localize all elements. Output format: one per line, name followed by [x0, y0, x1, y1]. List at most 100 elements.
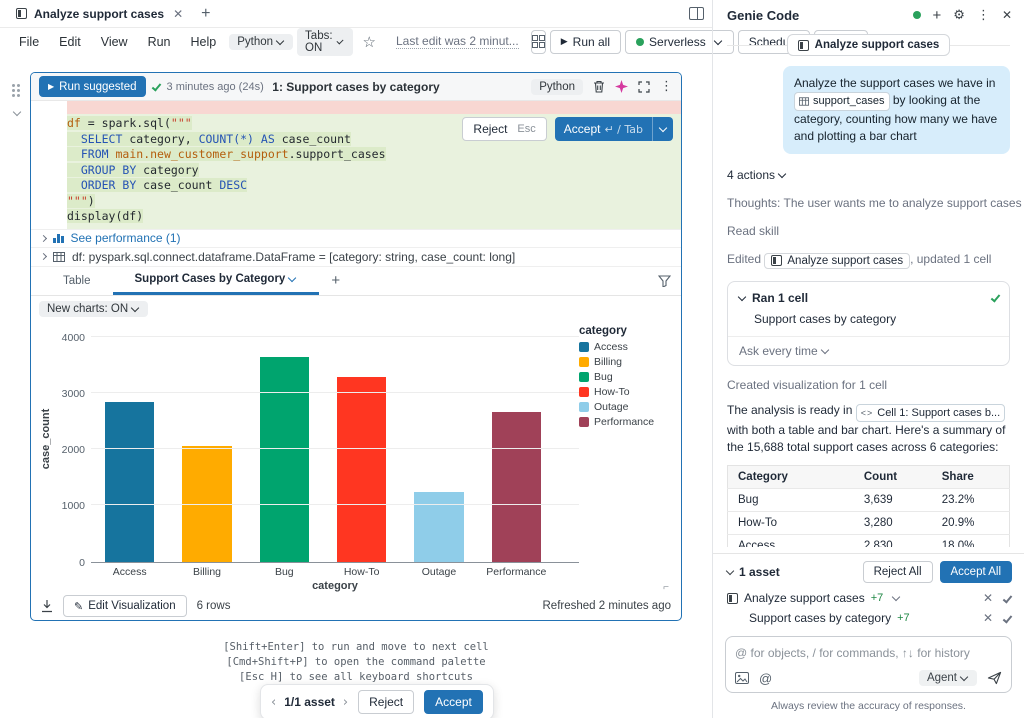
reject-all-button[interactable]: Reject All: [863, 561, 933, 583]
assistant-sparkle-icon[interactable]: [615, 80, 628, 93]
code-line[interactable]: ORDER BY case_count DESC: [67, 178, 681, 194]
accept-suggestion-button[interactable]: Accept↵ / Tab: [555, 117, 673, 141]
tab-analyze-support-cases[interactable]: Analyze support cases ✕: [8, 0, 191, 27]
run-suggested-button[interactable]: ▶Run suggested: [39, 76, 146, 97]
image-attach-icon[interactable]: [735, 672, 749, 684]
chevron-down-icon[interactable]: [892, 593, 900, 601]
summary-table-cell: 3,639: [854, 489, 932, 512]
prev-asset-button[interactable]: ‹: [271, 695, 276, 710]
filter-funnel-icon[interactable]: [658, 275, 671, 287]
menu-help[interactable]: Help: [182, 32, 226, 52]
accept-asset-button[interactable]: Accept: [424, 690, 483, 714]
legend-item-how-to[interactable]: How-To: [579, 385, 673, 400]
kebab-menu-icon[interactable]: ⋮: [977, 8, 990, 23]
accept-options-dropdown[interactable]: [652, 117, 673, 141]
expand-icon[interactable]: [638, 81, 650, 93]
next-asset-button[interactable]: ›: [343, 695, 348, 710]
pencil-icon: ✎: [74, 600, 83, 613]
ask-every-time-dropdown[interactable]: Ask every time: [728, 337, 1009, 365]
tab-close-icon[interactable]: ✕: [173, 7, 183, 21]
legend-item-billing[interactable]: Billing: [579, 355, 673, 370]
trash-icon[interactable]: [593, 80, 605, 93]
collapse-chevron-icon[interactable]: [13, 108, 21, 116]
layout-grid-button[interactable]: [531, 30, 546, 54]
gear-icon[interactable]: ⚙: [953, 8, 965, 23]
summary-table-cell: 23.2%: [932, 489, 1010, 512]
reject-asset-button[interactable]: Reject: [358, 690, 414, 714]
chat-input[interactable]: [735, 646, 1002, 660]
legend-item-access[interactable]: Access: [579, 340, 673, 355]
run-all-button[interactable]: ▶Run all: [550, 30, 621, 54]
code-line[interactable]: FROM main.new_customer_support.support_c…: [67, 147, 681, 163]
new-tab-button[interactable]: +: [191, 5, 220, 23]
created-viz-line: Created visualization for 1 cell: [713, 378, 1024, 392]
agent-mode-dropdown[interactable]: Agent: [919, 670, 977, 686]
language-selector[interactable]: Python: [229, 34, 293, 50]
legend-item-outage[interactable]: Outage: [579, 400, 673, 415]
menu-run[interactable]: Run: [139, 32, 180, 52]
notebook-cell: 1: Support cases by category ▶Run sugges…: [30, 72, 682, 621]
code-line[interactable]: display(df): [67, 209, 681, 225]
ran-cell-header[interactable]: Ran 1 cell: [728, 282, 1009, 307]
tab-support-cases-by-category[interactable]: Support Cases by Category: [113, 267, 320, 295]
accept-asset-icon[interactable]: [1003, 593, 1013, 603]
new-charts-toggle[interactable]: New charts: ON: [39, 301, 148, 317]
thoughts-line[interactable]: Thoughts: The user wants me to analyze s…: [713, 196, 1024, 210]
bar-access[interactable]: [105, 402, 154, 561]
asset-row[interactable]: Analyze support cases+7✕: [713, 588, 1024, 608]
menu-edit[interactable]: Edit: [50, 32, 90, 52]
summary-table-cell: 3,280: [854, 512, 932, 535]
menu-view[interactable]: View: [92, 32, 137, 52]
send-icon[interactable]: [987, 671, 1002, 685]
last-edit-status[interactable]: Last edit was 2 minut...: [396, 34, 519, 49]
edit-visualization-button[interactable]: ✎Edit Visualization: [63, 595, 187, 617]
bar-bug[interactable]: [260, 357, 309, 562]
asset-row[interactable]: Support cases by category+7✕: [713, 608, 1024, 628]
dataframe-result-row[interactable]: df: pyspark.sql.connect.dataframe.DataFr…: [31, 247, 681, 266]
x-tick-label: Billing: [168, 563, 245, 578]
new-chat-icon[interactable]: +: [933, 7, 942, 24]
reject-suggestion-button[interactable]: RejectEsc: [462, 117, 546, 141]
add-visualization-button[interactable]: +: [319, 272, 352, 289]
reject-asset-icon[interactable]: ✕: [983, 611, 993, 625]
cell-language-badge[interactable]: Python: [531, 79, 583, 95]
favorite-star-icon[interactable]: ☆: [355, 33, 384, 51]
cell-reference-chip[interactable]: <>Cell 1: Support cases b...: [856, 404, 1005, 423]
panel-toggle-icon[interactable]: [689, 7, 704, 20]
reject-asset-icon[interactable]: ✕: [983, 591, 993, 605]
bar-performance[interactable]: [492, 412, 541, 561]
edited-line: Edited Analyze support cases, updated 1 …: [713, 252, 1024, 269]
menu-file[interactable]: File: [10, 32, 48, 52]
table-reference-chip[interactable]: support_cases: [794, 92, 890, 111]
asset-review-bar: ‹ 1/1 asset › Reject Accept: [260, 684, 494, 718]
download-icon[interactable]: [41, 600, 53, 613]
legend-item-performance[interactable]: Performance: [579, 415, 673, 430]
tab-bar: Analyze support cases ✕ +: [0, 0, 712, 28]
tab-table[interactable]: Table: [41, 267, 113, 295]
code-editor[interactable]: df = spark.sql(""" SELECT category, COUN…: [31, 101, 681, 229]
chevron-down-icon: [960, 673, 968, 681]
play-icon: ▶: [561, 37, 568, 47]
see-performance-row[interactable]: See performance (1): [31, 229, 681, 247]
accept-asset-icon[interactable]: [1003, 613, 1013, 623]
results-tab-bar: Table Support Cases by Category +: [31, 266, 681, 296]
summary-table-row: How-To3,28020.9%: [728, 512, 1010, 535]
legend-item-bug[interactable]: Bug: [579, 370, 673, 385]
close-panel-icon[interactable]: ✕: [1002, 8, 1012, 22]
actions-toggle[interactable]: 4 actions: [713, 168, 1024, 182]
drag-handle-icon[interactable]: [6, 84, 26, 97]
chevron-down-icon[interactable]: [726, 567, 734, 575]
edited-notebook-chip[interactable]: Analyze support cases: [764, 253, 910, 269]
bar-how-to[interactable]: [337, 377, 386, 562]
bar-outage[interactable]: [414, 492, 463, 561]
read-skill-line[interactable]: Read skill: [713, 224, 1024, 238]
notebook-icon: [771, 255, 782, 266]
kebab-menu-icon[interactable]: ⋮: [660, 79, 673, 94]
code-line[interactable]: """): [67, 194, 681, 210]
accept-all-button[interactable]: Accept All: [940, 561, 1013, 583]
mention-icon[interactable]: @: [759, 671, 772, 686]
chart-area: New charts: ON case_count 01000200030004…: [31, 296, 681, 593]
code-line[interactable]: GROUP BY category: [67, 163, 681, 179]
session-chip[interactable]: Analyze support cases: [787, 34, 951, 56]
tabs-toggle[interactable]: Tabs: ON: [297, 28, 353, 56]
